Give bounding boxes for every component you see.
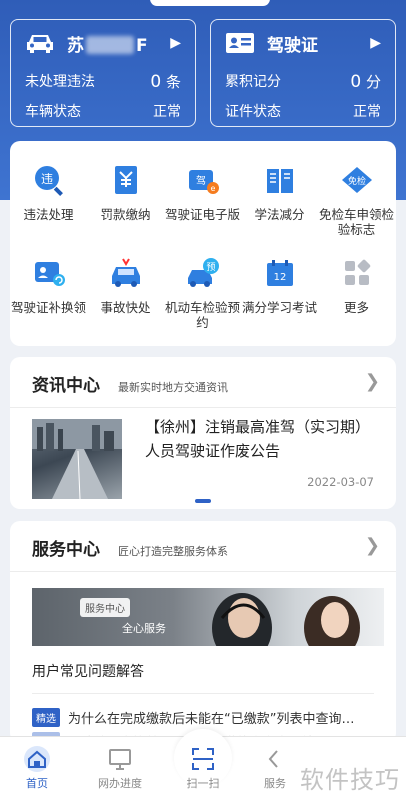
plate-redaction (86, 35, 134, 54)
vehicle-status-label: 车辆状态 (25, 104, 81, 120)
exam-icon: 12 (266, 260, 293, 286)
id-card-icon (226, 33, 254, 53)
news-subtitle: 最新实时地方交通资讯 (118, 381, 228, 394)
car-icon (27, 35, 53, 53)
service-fine[interactable]: 罚款缴纳 (87, 163, 164, 222)
divider (32, 693, 374, 694)
banner-tag: 服务中心 (80, 598, 130, 617)
service-title: 服务中心 (32, 540, 100, 560)
monitor-icon (109, 749, 131, 770)
service-inspection[interactable]: 预 机动车检验预约 (164, 256, 241, 330)
license-card[interactable]: 驾驶证 ▶ 累积记分 0 分 证件状态 正常 (210, 19, 396, 127)
violations-count: 0 条 (150, 71, 181, 92)
news-title: 资讯中心 (32, 376, 100, 396)
top-pill (150, 0, 270, 6)
service-exempt[interactable]: 免检 免检车申领检验标志 (318, 163, 395, 237)
vehicle-status-value: 正常 (153, 104, 181, 120)
license-title: 驾驶证 (267, 35, 318, 56)
tab-home[interactable]: 首页 (2, 745, 72, 791)
service-violation[interactable]: 违 违法处理 (10, 163, 87, 222)
featured-tag: 精选 (32, 708, 60, 727)
points-label: 累积记分 (225, 74, 281, 90)
news-header[interactable]: 资讯中心 最新实时地方交通资讯 (10, 357, 396, 407)
service-subtitle: 匠心打造完整服务体系 (118, 545, 228, 558)
service-center: 服务中心 匠心打造完整服务体系 ❯ 服务中心 全心服务 用户常见问题解答 精选 … (10, 521, 396, 751)
service-more[interactable]: 更多 (318, 256, 395, 315)
service-exam[interactable]: 12 满分学习考试 (241, 256, 318, 315)
watermark: 软件技巧 (300, 766, 400, 794)
chevron-right-icon[interactable]: ❯ (365, 535, 380, 556)
service-grid: 违 违法处理 罚款缴纳 驾 e 驾驶证电子版 学法减分 免检 免检车申领检验标志… (10, 141, 396, 346)
accident-icon (111, 258, 140, 287)
license-status-value: 正常 (353, 104, 381, 120)
svg-text:12: 12 (273, 272, 286, 283)
divider (10, 407, 396, 408)
news-article-date: 2022-03-07 (307, 475, 374, 489)
chevron-right-icon: ▶ (170, 35, 181, 51)
chevron-right-icon[interactable]: ❯ (365, 371, 380, 392)
chevron-left-icon (268, 750, 278, 768)
city-road-image (32, 419, 122, 499)
tab-scan[interactable]: 扫一扫 (168, 745, 238, 791)
svg-text:违: 违 (40, 172, 52, 186)
chevron-right-icon: ▶ (370, 35, 381, 51)
vehicle-card[interactable]: 苏F ▶ 未处理违法 0 条 车辆状态 正常 (10, 19, 196, 127)
license-status-label: 证件状态 (225, 104, 281, 120)
inspection-icon: 预 (187, 258, 219, 287)
home-icon (24, 746, 50, 772)
svg-text:预: 预 (206, 262, 215, 273)
service-study[interactable]: 学法减分 (241, 163, 318, 222)
fine-icon (114, 166, 137, 194)
svg-text:免检: 免检 (347, 175, 365, 187)
tab-progress[interactable]: 网办进度 (85, 745, 155, 791)
license-reissue-icon (34, 262, 65, 286)
e-license-icon: 驾 e (188, 170, 219, 194)
study-icon (266, 169, 293, 193)
service-accident[interactable]: 事故快处 (87, 256, 164, 315)
customer-service-image (212, 593, 360, 646)
points-value: 0 分 (350, 71, 381, 92)
plate-number: 苏F (67, 35, 148, 56)
svg-text:e: e (210, 184, 215, 193)
more-icon (344, 259, 370, 285)
faq-title: 用户常见问题解答 (32, 664, 144, 680)
news-article-title[interactable]: 【徐州】注销最高准驾（实习期）人员驾驶证作废公告 (145, 415, 373, 463)
exempt-icon: 免检 (341, 167, 372, 193)
scan-icon (192, 748, 214, 770)
service-e-license[interactable]: 驾 e 驾驶证电子版 (164, 163, 241, 222)
faq-item[interactable]: 精选 为什么在完成缴款后未能在“已缴款”列表中查询… (32, 708, 354, 727)
faq-question: 为什么在完成缴款后未能在“已缴款”列表中查询… (68, 712, 355, 727)
news-center: 资讯中心 最新实时地方交通资讯 ❯ 【徐州】注销最高准驾（实习期）人员驾驶证作废… (10, 357, 396, 509)
violation-icon: 违 (34, 166, 63, 196)
service-banner[interactable]: 服务中心 全心服务 (32, 588, 384, 646)
violations-label: 未处理违法 (25, 74, 95, 90)
service-header[interactable]: 服务中心 匠心打造完整服务体系 (10, 521, 396, 571)
banner-text: 全心服务 (122, 622, 166, 635)
carousel-indicator (195, 499, 211, 503)
svg-text:驾: 驾 (196, 175, 206, 187)
divider (10, 571, 396, 572)
news-image[interactable] (32, 419, 122, 499)
service-license-reissue[interactable]: 驾驶证补换领 (10, 256, 87, 315)
